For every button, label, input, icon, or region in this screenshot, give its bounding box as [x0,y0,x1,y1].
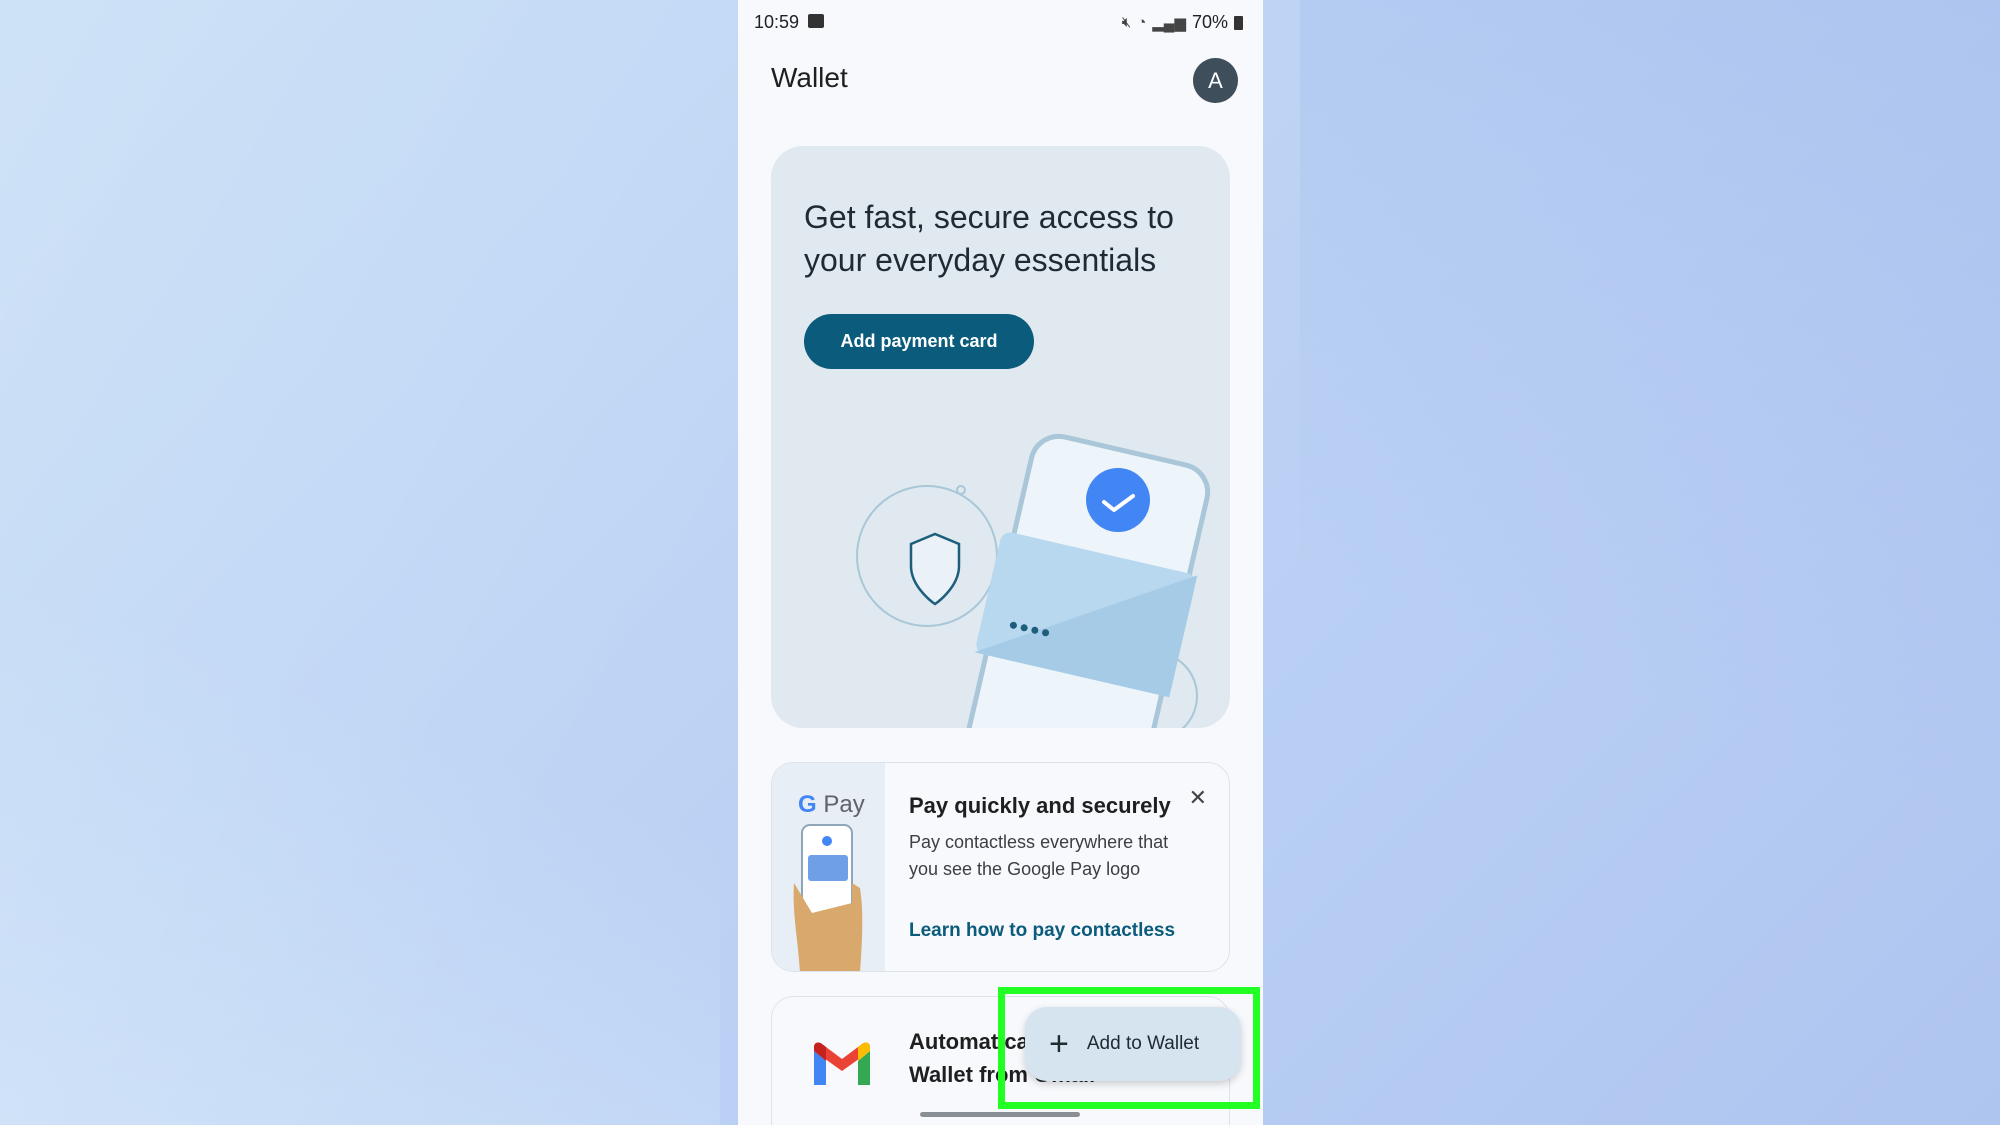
gpay-card[interactable]: G Pay Pay quickly and securely ✕ Pay con… [771,762,1230,972]
learn-contactless-link[interactable]: Learn how to pay contactless [909,920,1175,942]
image-icon [808,14,824,28]
gpay-description: Pay contactless everywhere that you see … [909,832,1169,879]
battery-icon [1234,15,1243,30]
highlight-box [998,987,1260,1109]
add-payment-card-button[interactable]: Add payment card [804,314,1034,369]
gmail-icon [814,1042,870,1085]
phone-card-illustration [856,433,1211,728]
mute-icon: 🔇︎ [1121,14,1132,31]
page-title: Wallet [771,62,848,93]
check-icon [1086,468,1150,532]
phone-screen: 10:59 🔇︎ ◔ ▂▄▆ 70% Wallet A Get fast, se… [738,0,1263,1125]
status-icons: 🔇︎ ◔ ▂▄▆ 70% [1122,12,1243,33]
gpay-illustration-panel: G Pay [772,763,885,971]
hero-title: Get fast, secure access to your everyday… [804,199,1174,278]
status-time: 10:59 [754,12,800,32]
home-indicator[interactable] [920,1112,1080,1117]
hand-phone-illustration [793,824,863,971]
signal-icon: ▂▄▆ [1152,14,1186,32]
close-icon[interactable]: ✕ [1189,785,1207,811]
wifi-icon: ◔ [1137,14,1147,31]
battery-percent: 70% [1191,12,1228,32]
gpay-title: Pay quickly and securely [909,793,1171,818]
hero-card: Get fast, secure access to your everyday… [771,146,1230,728]
background-shape [0,600,720,1125]
avatar[interactable]: A [1193,58,1238,103]
background-shape [1300,0,2000,1125]
status-bar: 10:59 🔇︎ ◔ ▂▄▆ 70% [738,0,1263,44]
